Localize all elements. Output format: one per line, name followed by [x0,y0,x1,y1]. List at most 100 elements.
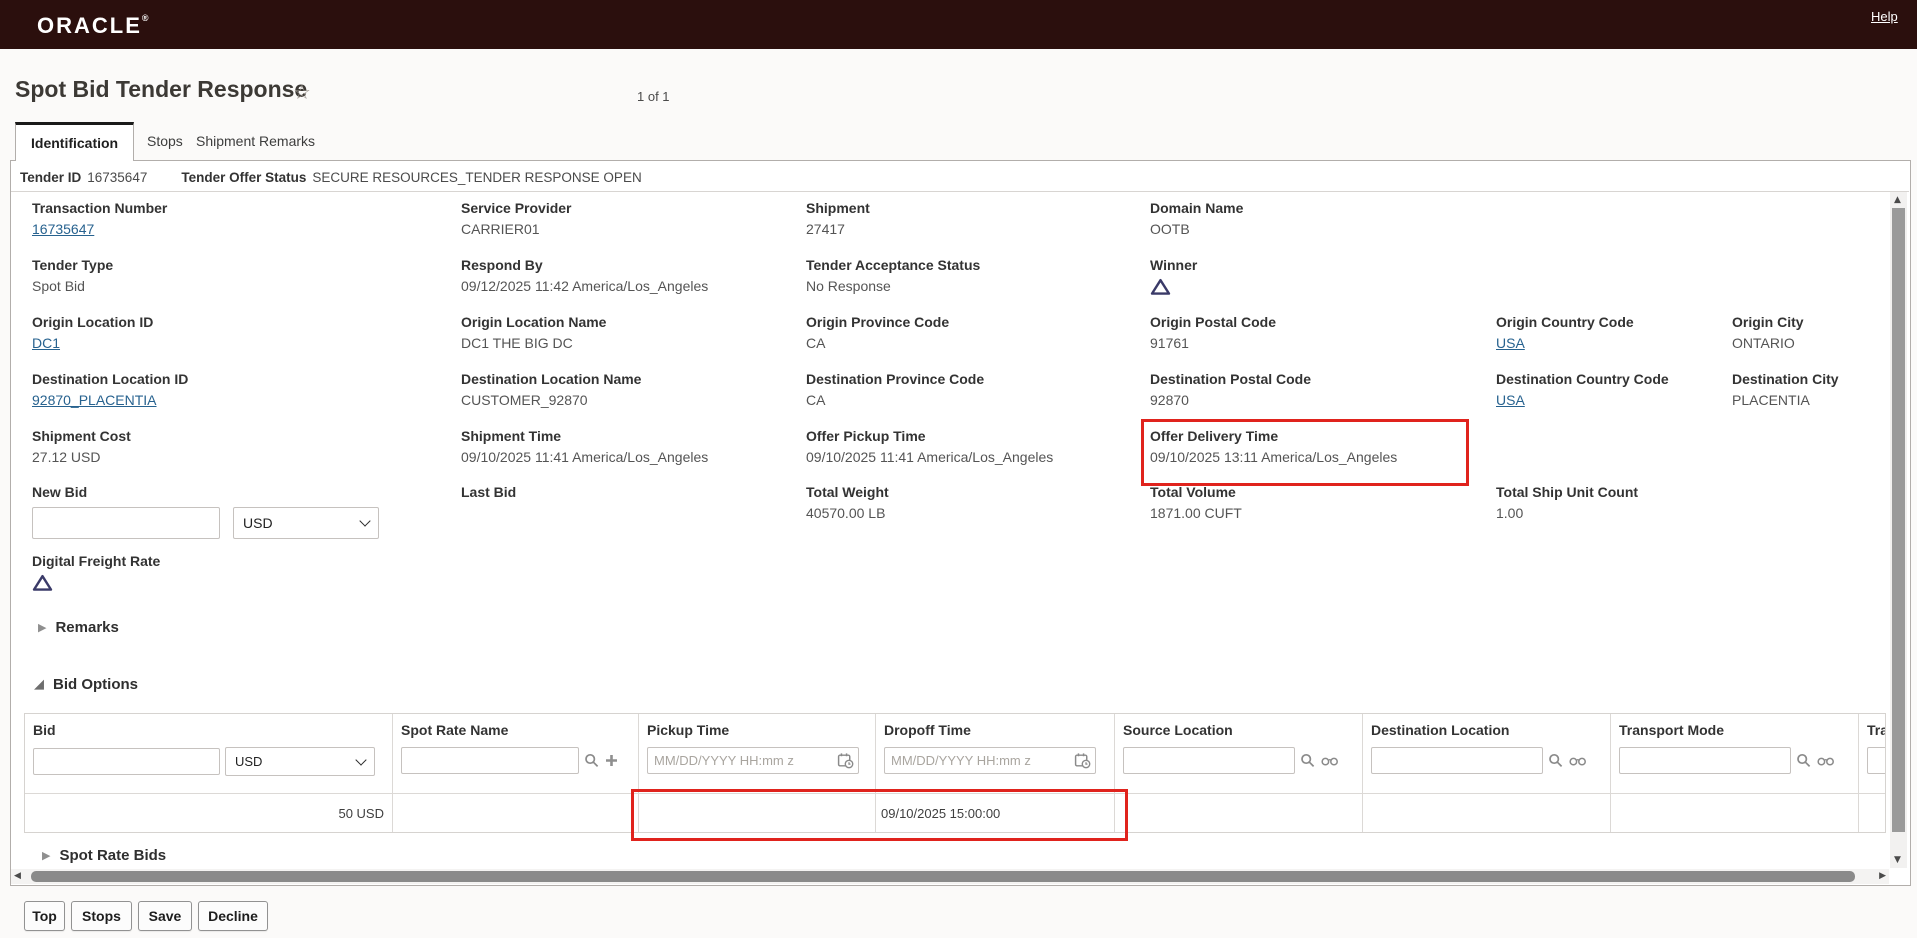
dropoff-time-cell[interactable]: 09/10/2025 15:00:00 [876,794,1115,832]
col-header-destination-location: Destination Location [1363,714,1611,794]
field-origin-country-code: Origin Country Code USA [1496,314,1634,351]
decline-button[interactable]: Decline [198,901,268,931]
field-respond-by: Respond By 09/12/2025 11:42 America/Los_… [461,257,708,294]
field-new-bid: New Bid USD [32,484,379,539]
add-icon[interactable] [605,754,618,767]
horizontal-scrollbar-thumb[interactable] [31,871,1855,882]
field-shipment-time: Shipment Time 09/10/2025 11:41 America/L… [461,428,708,465]
record-pagination: 1 of 1 [637,89,670,104]
truncated-cell[interactable] [1859,794,1885,832]
scroll-up-icon[interactable]: ▲ [1894,195,1901,205]
tender-id-label: Tender ID [20,170,81,185]
tab-stops[interactable]: Stops [147,122,183,160]
view-glasses-icon[interactable] [1321,754,1339,767]
new-bid-input[interactable] [32,507,220,539]
field-tender-type: Tender Type Spot Bid [32,257,113,294]
top-button[interactable]: Top [24,901,65,931]
transaction-number-link[interactable]: 16735647 [32,221,94,237]
destination-location-cell[interactable] [1363,794,1611,832]
col-header-dropoff-time: Dropoff Time [876,714,1115,794]
calendar-clock-icon[interactable] [1074,752,1091,769]
section-spot-rate-bids-toggle[interactable]: ▶ Spot Rate Bids [42,847,166,864]
panel-divider [11,191,1909,192]
col-header-source-location: Source Location [1115,714,1363,794]
section-remarks-toggle[interactable]: ▶ Remarks [38,619,119,636]
field-tender-acceptance-status: Tender Acceptance Status No Response [806,257,980,294]
field-destination-postal-code: Destination Postal Code 92870 [1150,371,1311,408]
horizontal-scrollbar[interactable]: ◀ ▶ [11,869,1889,884]
field-origin-city: Origin City ONTARIO [1732,314,1804,351]
new-bid-currency-select[interactable]: USD [233,507,379,539]
bid-cell[interactable]: 50 USD [25,794,393,832]
destination-country-code-link[interactable]: USA [1496,392,1525,408]
field-total-ship-unit-count: Total Ship Unit Count 1.00 [1496,484,1638,521]
field-total-weight: Total Weight 40570.00 LB [806,484,889,521]
field-origin-province-code: Origin Province Code CA [806,314,949,351]
col-header-spot-rate-name: Spot Rate Name [393,714,639,794]
field-origin-location-id: Origin Location ID DC1 [32,314,153,351]
field-destination-country-code: Destination Country Code USA [1496,371,1669,408]
tender-id-value: 16735647 [87,170,147,185]
help-link[interactable]: Help [1871,9,1898,24]
field-destination-location-id: Destination Location ID 92870_PLACENTIA [32,371,188,408]
truncated-filter-input[interactable] [1867,747,1885,774]
field-domain-name: Domain Name OOTB [1150,200,1243,237]
field-destination-location-name: Destination Location Name CUSTOMER_92870 [461,371,641,408]
scroll-right-icon[interactable]: ▶ [1879,871,1886,881]
field-destination-city: Destination City PLACENTIA [1732,371,1839,408]
field-winner: Winner [1150,257,1197,296]
search-icon[interactable] [584,753,600,769]
transport-mode-input[interactable] [1619,747,1791,774]
field-total-volume: Total Volume 1871.00 CUFT [1150,484,1242,521]
transport-mode-cell[interactable] [1611,794,1859,832]
collapsed-arrow-icon: ▶ [38,621,46,634]
field-destination-province-code: Destination Province Code CA [806,371,984,408]
source-location-cell[interactable] [1115,794,1363,832]
bid-filter-input[interactable] [33,748,220,775]
view-glasses-icon[interactable] [1569,754,1587,767]
col-header-pickup-time: Pickup Time [639,714,876,794]
stops-button[interactable]: Stops [71,901,132,931]
vertical-scrollbar-thumb[interactable] [1892,208,1905,832]
search-icon[interactable] [1796,753,1812,769]
calendar-clock-icon[interactable] [837,752,854,769]
chevron-down-icon [359,515,370,526]
field-shipment: Shipment 27417 [806,200,870,237]
scroll-down-icon[interactable]: ▼ [1894,855,1901,865]
search-icon[interactable] [1548,753,1564,769]
section-bid-options-toggle[interactable]: ◢ Bid Options [34,676,138,693]
spot-rate-name-input[interactable] [401,747,579,774]
origin-location-id-link[interactable]: DC1 [32,335,60,351]
field-service-provider: Service Provider CARRIER01 [461,200,572,237]
vertical-scrollbar[interactable]: ▲ ▼ [1890,192,1907,868]
pickup-time-cell[interactable] [639,794,876,832]
tab-shipment-remarks[interactable]: Shipment Remarks [196,122,315,160]
bid-options-table: Bid USD Spot Rate Name Pickup Time [24,713,1886,833]
scroll-left-icon[interactable]: ◀ [14,871,21,881]
bid-currency-select[interactable]: USD [225,747,375,776]
field-origin-postal-code: Origin Postal Code 91761 [1150,314,1276,351]
spot-rate-name-cell[interactable] [393,794,639,832]
tender-status-line: Tender ID 16735647 Tender Offer Status S… [20,170,642,185]
app-header-bar: ORACLE® Help [0,0,1917,49]
field-offer-pickup-time: Offer Pickup Time 09/10/2025 11:41 Ameri… [806,428,1053,465]
field-shipment-cost: Shipment Cost 27.12 USD [32,428,131,465]
favorite-star-icon[interactable]: ☆ [293,80,311,104]
dropoff-time-input[interactable] [884,747,1096,774]
destination-location-input[interactable] [1371,747,1543,774]
save-button[interactable]: Save [138,901,192,931]
tender-offer-status-label: Tender Offer Status [181,170,306,185]
origin-country-code-link[interactable]: USA [1496,335,1525,351]
source-location-input[interactable] [1123,747,1295,774]
col-header-bid: Bid USD [25,714,393,794]
destination-location-id-link[interactable]: 92870_PLACENTIA [32,392,157,408]
field-origin-location-name: Origin Location Name DC1 THE BIG DC [461,314,606,351]
col-header-transport-mode: Transport Mode [1611,714,1859,794]
tender-offer-status-value: SECURE RESOURCES_TENDER RESPONSE OPEN [312,170,641,185]
tab-identification[interactable]: Identification [15,122,134,161]
search-icon[interactable] [1300,753,1316,769]
view-glasses-icon[interactable] [1817,754,1835,767]
expanded-arrow-icon: ◢ [34,677,44,692]
pickup-time-input[interactable] [647,747,859,774]
collapsed-arrow-icon: ▶ [42,849,50,862]
